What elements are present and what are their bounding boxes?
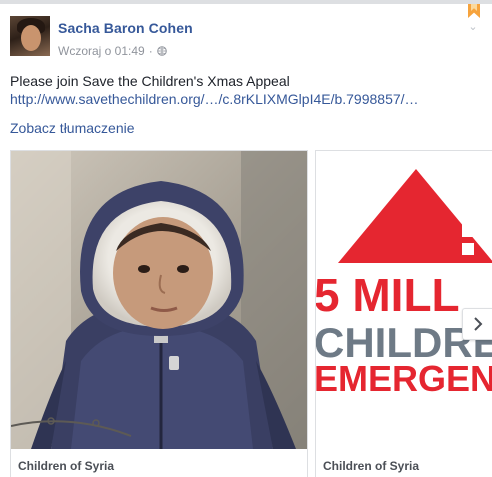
child-photo[interactable] [11, 151, 307, 449]
card-caption[interactable]: Children of Syria [18, 459, 114, 473]
avatar[interactable] [10, 16, 50, 56]
post-link[interactable]: http://www.savethechildren.org/…/c.8rKLI… [10, 91, 480, 107]
emergency-graphic[interactable]: 5 MILL CHILDRE EMERGENC [316, 151, 492, 449]
post-card: ⌄ Sacha Baron Cohen Wczoraj o 01:49 · Pl… [0, 0, 492, 477]
bookmark-ribbon-icon[interactable] [468, 4, 480, 18]
emergency-graphic-art: 5 MILL CHILDRE EMERGENC [316, 169, 492, 399]
link-carousel: Children of Syria 5 MILL CHILDRE EMERGEN… [10, 150, 492, 477]
post-options-chevron-icon[interactable]: ⌄ [468, 22, 478, 33]
carousel-card[interactable]: Children of Syria [10, 150, 308, 477]
author-name[interactable]: Sacha Baron Cohen [58, 20, 193, 36]
post-timestamp[interactable]: Wczoraj o 01:49 [58, 44, 145, 58]
globe-icon[interactable] [156, 46, 167, 56]
chevron-right-icon [473, 317, 482, 331]
post-meta: Wczoraj o 01:49 · [58, 44, 167, 58]
meta-separator: · [148, 44, 153, 58]
post-message: Please join Save the Children's Xmas App… [10, 73, 290, 89]
graphic-line-1: 5 MILL [316, 269, 460, 321]
see-translation-link[interactable]: Zobacz tłumaczenie [10, 120, 135, 136]
graphic-line-3: EMERGENC [316, 358, 492, 399]
carousel-next-button[interactable] [462, 308, 492, 340]
child-photo-art [11, 151, 307, 449]
card-caption[interactable]: Children of Syria [323, 459, 419, 473]
